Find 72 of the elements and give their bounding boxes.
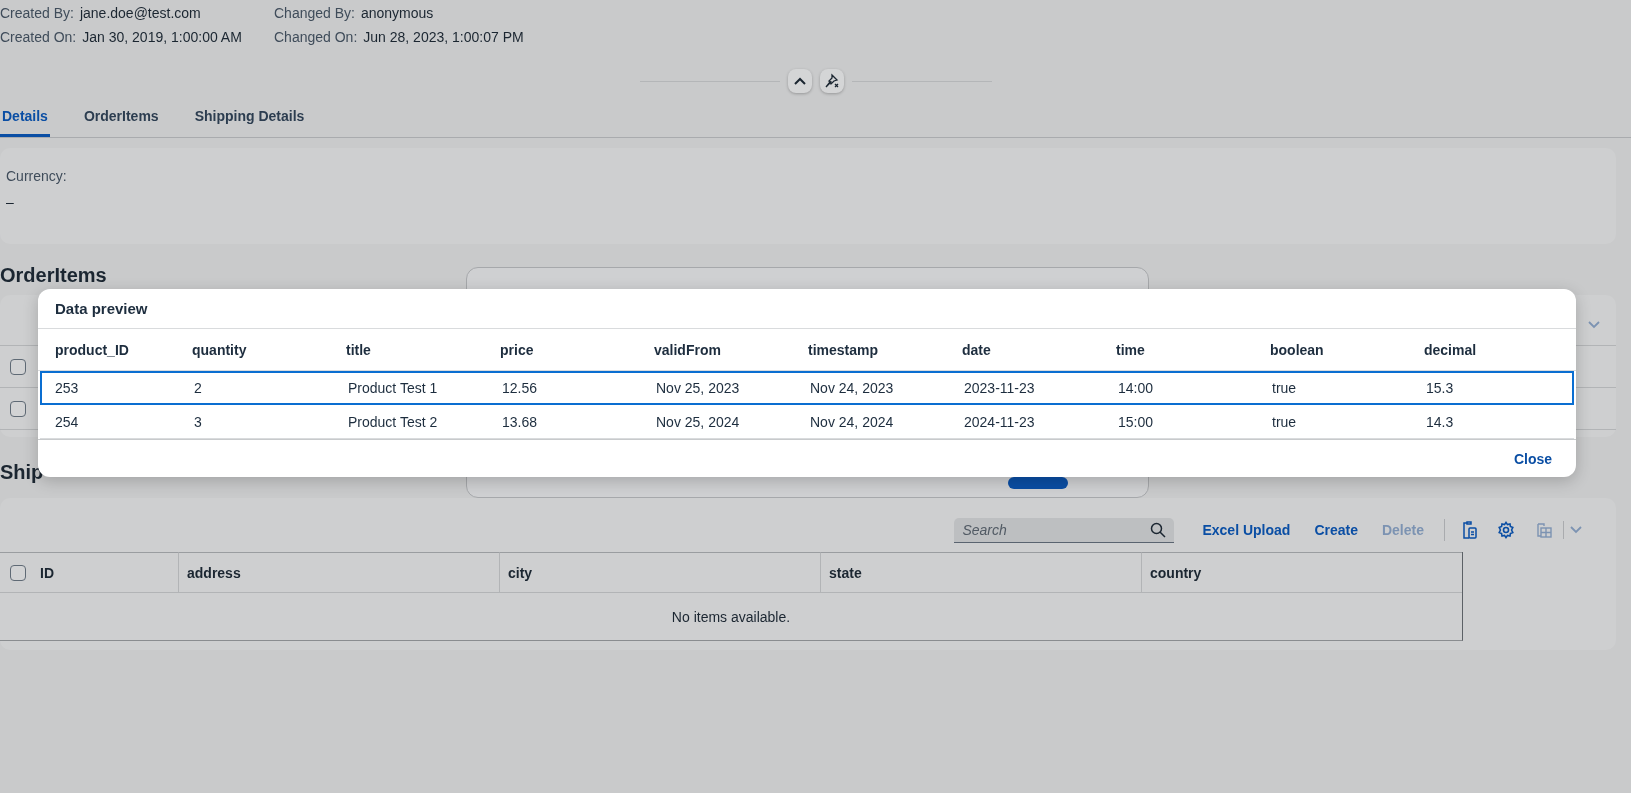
column-header: date <box>962 342 991 358</box>
table-cell: 15.3 <box>1426 380 1454 396</box>
search-field[interactable]: Search <box>954 517 1175 543</box>
tab[interactable]: OrderItems <box>81 97 161 137</box>
column-header: validFrom <box>654 342 721 358</box>
table-cell: 253 <box>55 380 79 396</box>
dialog-title: Data preview <box>55 300 148 317</box>
column-header: state <box>829 564 862 581</box>
table-cell: 14:00 <box>1118 380 1154 396</box>
toolbar-button[interactable]: Create <box>1302 522 1370 538</box>
dialog-button[interactable] <box>1008 477 1068 489</box>
tab[interactable]: Details <box>0 97 50 137</box>
table-cell: 2024-11-23 <box>964 414 1035 430</box>
column-header: boolean <box>1270 342 1324 358</box>
table-row[interactable]: 253 2 Product Test 1 12.56 Nov 25, 2023 Nov 24, 2023 2023-11-23 14:00 true 15.3 <box>40 371 1574 405</box>
field-label: Currency: <box>6 168 68 184</box>
column-header: decimal <box>1424 342 1477 358</box>
chevron-up-icon <box>793 77 806 85</box>
field-value: Jan 30, 2019, 1:00:00 AM <box>82 29 242 45</box>
close-button[interactable]: Close <box>1513 450 1552 467</box>
table-cell: 13.68 <box>502 414 538 430</box>
table-cell: 3 <box>194 414 202 430</box>
column-header: price <box>500 342 534 358</box>
table-cell: 254 <box>55 414 79 430</box>
collapse-header-button[interactable] <box>787 69 812 93</box>
table-cell: 12.56 <box>502 380 538 396</box>
table-icon <box>1535 521 1553 539</box>
field-label: Changed On: <box>274 29 358 45</box>
pin-header-button[interactable] <box>819 69 844 93</box>
empty-message: No items available. <box>671 608 791 625</box>
field-value: jane.doe@test.com <box>79 5 201 21</box>
field-label: Created On: <box>0 29 77 45</box>
field-label: Changed By: <box>274 5 355 21</box>
chevron-down-icon <box>1570 526 1582 534</box>
column-header: time <box>1116 342 1145 358</box>
field-value: Jun 28, 2023, 1:00:07 PM <box>363 29 524 45</box>
column-header: quantity <box>192 342 247 358</box>
column-header: address <box>187 564 241 581</box>
column-header: country <box>1150 564 1202 581</box>
table-cell: Nov 25, 2024 <box>656 414 740 430</box>
table-cell: 15:00 <box>1118 414 1154 430</box>
pin-icon <box>823 73 840 89</box>
field-value: anonymous <box>360 5 434 21</box>
toolbar-button[interactable]: Excel Upload <box>1190 522 1303 538</box>
table-cell: Product Test 1 <box>348 380 438 396</box>
tab[interactable]: Shipping Details <box>192 97 307 137</box>
settings-icon <box>1497 521 1515 539</box>
field-label: Created By: <box>0 5 74 21</box>
table-cell: true <box>1272 414 1297 430</box>
section-title: OrderItems <box>0 264 107 287</box>
table-cell: 2023-11-23 <box>964 380 1035 396</box>
search-icon <box>1150 521 1167 538</box>
column-header: title <box>346 342 371 358</box>
table-cell: Nov 24, 2023 <box>810 380 894 396</box>
column-header: city <box>508 564 533 581</box>
chevron-down-icon <box>1588 321 1600 329</box>
column-header: ID <box>40 564 54 581</box>
table-cell: 2 <box>194 380 202 396</box>
table-cell: Nov 25, 2023 <box>656 380 740 396</box>
select-all-checkbox[interactable] <box>10 564 26 581</box>
table-cell: 14.3 <box>1426 414 1454 430</box>
column-header: timestamp <box>808 342 879 358</box>
row-checkbox[interactable] <box>10 400 26 417</box>
table-row[interactable]: 254 3 Product Test 2 13.68 Nov 25, 2024 Nov 24, 2024 2024-11-23 15:00 true 14.3 <box>40 405 1574 439</box>
table-cell: Product Test 2 <box>348 414 438 430</box>
section-title: Ship <box>0 461 44 484</box>
column-header: product_ID <box>55 342 129 358</box>
table-cell: Nov 24, 2024 <box>810 414 894 430</box>
clipboard-icon <box>1463 521 1477 539</box>
table-cell: true <box>1272 380 1297 396</box>
row-checkbox[interactable] <box>10 358 26 375</box>
field-value: – <box>6 194 15 210</box>
